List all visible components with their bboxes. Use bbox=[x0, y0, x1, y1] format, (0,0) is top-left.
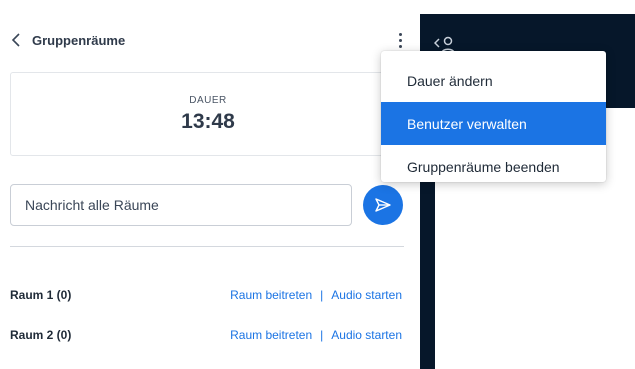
chevron-left-icon bbox=[11, 33, 20, 47]
start-audio-link[interactable]: Audio starten bbox=[331, 328, 402, 342]
divider bbox=[10, 246, 404, 247]
join-room-link[interactable]: Raum beitreten bbox=[230, 288, 312, 302]
start-audio-link[interactable]: Audio starten bbox=[331, 288, 402, 302]
panel-header: Gruppenräume bbox=[10, 26, 406, 54]
send-icon bbox=[375, 198, 391, 212]
breakout-rooms-panel: Gruppenräume DAUER 13:48 Raum 1 (0) Raum… bbox=[0, 0, 420, 369]
duration-label: DAUER bbox=[189, 94, 227, 106]
kebab-icon[interactable] bbox=[390, 28, 410, 52]
panel-title: Gruppenräume bbox=[32, 32, 126, 48]
kebab-dot bbox=[398, 32, 402, 36]
app-root: Gruppenräume DAUER 13:48 Raum 1 (0) Raum… bbox=[0, 0, 635, 369]
back-button[interactable]: Gruppenräume bbox=[10, 26, 125, 54]
room-row: Raum 1 (0) Raum beitreten | Audio starte… bbox=[10, 285, 402, 305]
message-all-rooms-input[interactable] bbox=[10, 184, 352, 226]
kebab-dot bbox=[398, 44, 402, 48]
room-actions: Raum beitreten | Audio starten bbox=[230, 328, 402, 342]
action-separator: | bbox=[320, 288, 324, 302]
room-name: Raum 1 (0) bbox=[10, 288, 72, 302]
action-separator: | bbox=[320, 328, 324, 342]
duration-card: DAUER 13:48 bbox=[10, 72, 406, 156]
room-name: Raum 2 (0) bbox=[10, 328, 72, 342]
send-button[interactable] bbox=[363, 185, 403, 225]
room-row: Raum 2 (0) Raum beitreten | Audio starte… bbox=[10, 325, 402, 345]
menu-item-change-duration[interactable]: Dauer ändern bbox=[381, 59, 606, 102]
duration-value: 13:48 bbox=[181, 109, 235, 133]
options-menu: Dauer ändern Benutzer verwalten Gruppenr… bbox=[381, 51, 606, 182]
join-room-link[interactable]: Raum beitreten bbox=[230, 328, 312, 342]
menu-item-manage-users[interactable]: Benutzer verwalten bbox=[381, 102, 606, 145]
room-actions: Raum beitreten | Audio starten bbox=[230, 288, 402, 302]
menu-item-end-breakout-rooms[interactable]: Gruppenräume beenden bbox=[381, 145, 606, 188]
kebab-dot bbox=[398, 38, 402, 42]
